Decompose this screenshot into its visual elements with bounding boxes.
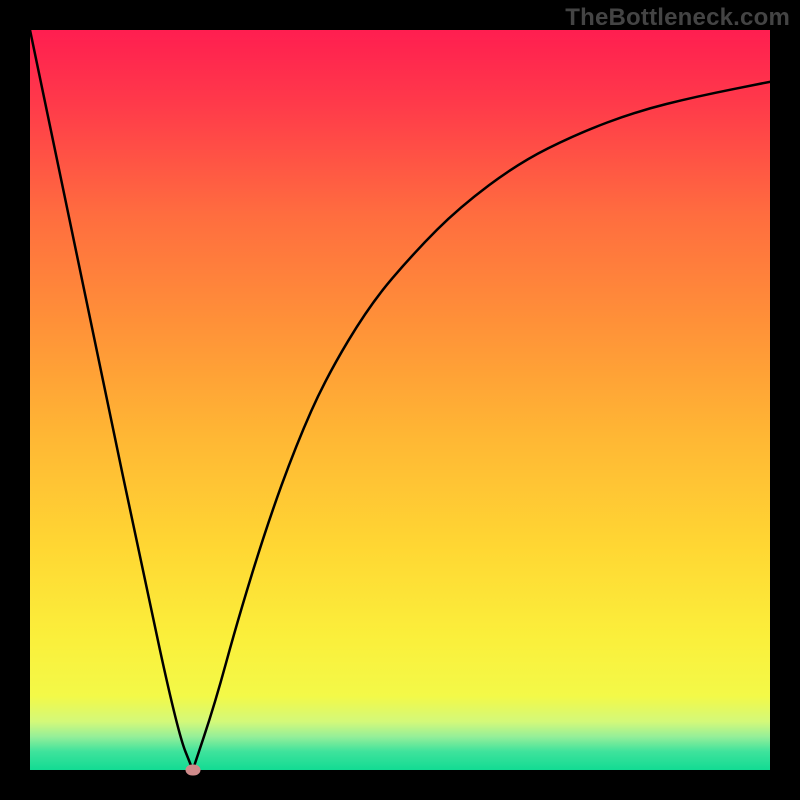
bottleneck-curve — [30, 30, 770, 770]
plot-frame — [30, 30, 770, 770]
curve-layer — [30, 30, 770, 770]
plot-area — [30, 30, 770, 770]
watermark-text: TheBottleneck.com — [565, 4, 790, 32]
optimum-marker — [185, 765, 200, 776]
chart-root: TheBottleneck.com — [0, 0, 800, 800]
